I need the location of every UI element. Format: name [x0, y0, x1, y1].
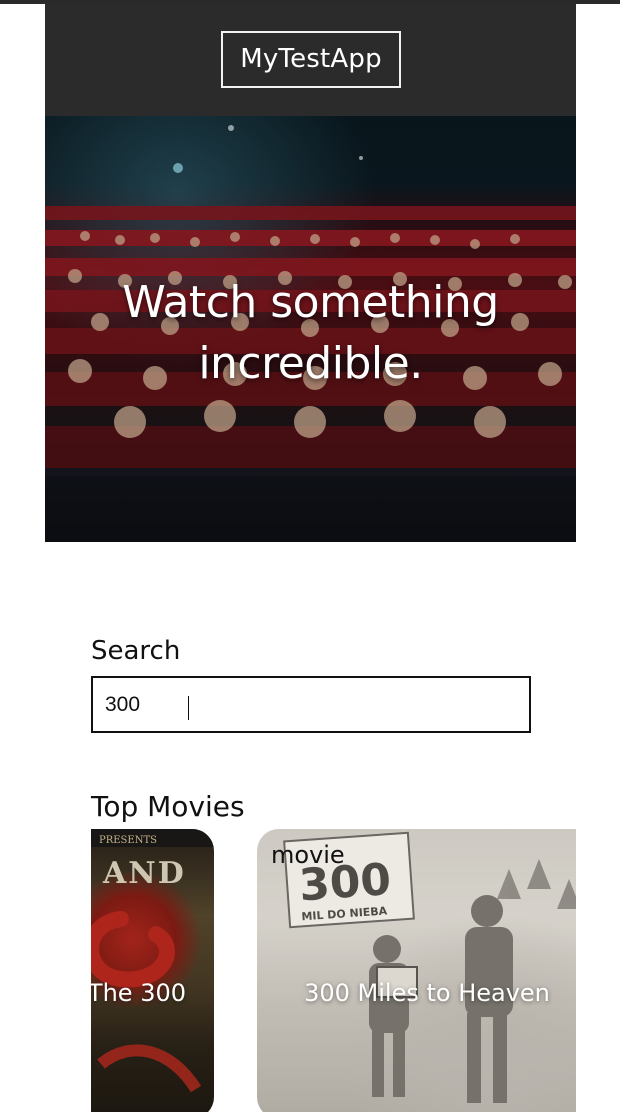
- hero-headline-line-2: incredible.: [198, 338, 423, 389]
- hero-headline-line-1: Watch something: [122, 277, 499, 328]
- movie-card-title: The 300: [91, 979, 186, 1007]
- hero-headline: Watch something incredible.: [45, 272, 576, 394]
- brand-logo[interactable]: MyTestApp: [221, 31, 401, 88]
- search-label: Search: [91, 636, 181, 666]
- movie-poster-image: PRESENTS AND: [91, 829, 214, 1112]
- top-movies-title: Top Movies: [91, 790, 245, 823]
- app-header: MyTestApp: [45, 4, 576, 116]
- movie-type-badge: movie: [271, 841, 345, 869]
- text-caret: [188, 696, 189, 720]
- app-page: MyTestApp Watch something incredible. Se…: [45, 4, 576, 1112]
- top-movies-carousel[interactable]: PRESENTS AND The 300 300 MIL DO NIEBA mo…: [91, 829, 576, 1112]
- movie-card[interactable]: PRESENTS AND The 300: [91, 829, 214, 1112]
- hero-banner: Watch something incredible.: [45, 116, 576, 542]
- movie-poster-image: 300 MIL DO NIEBA: [257, 829, 576, 1112]
- search-input[interactable]: [91, 676, 531, 733]
- movie-card[interactable]: 300 MIL DO NIEBA movie 300 Miles to Heav…: [257, 829, 576, 1112]
- movie-card-title: 300 Miles to Heaven: [304, 979, 550, 1007]
